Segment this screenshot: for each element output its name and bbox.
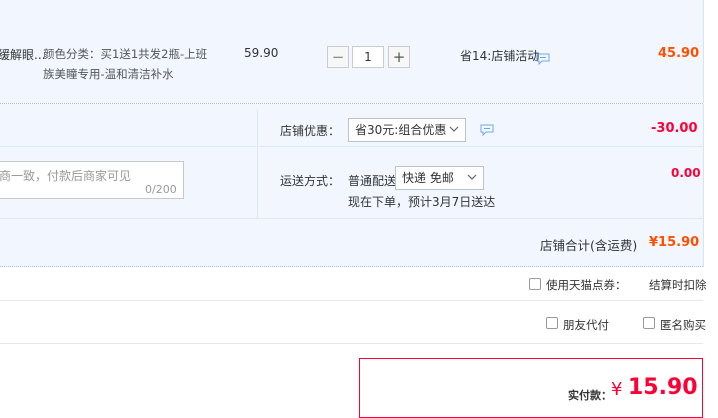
buyer-message-placeholder: 商一致，付款后商家可见 xyxy=(0,169,132,183)
item-unit-price: 59.90 xyxy=(244,46,279,60)
payment-label: 实付款： xyxy=(568,389,612,402)
item-promo-text: 省14:店铺活动 xyxy=(460,49,540,63)
item-spec-line2: 族美瞳专用-温和清洁补水 xyxy=(43,67,174,81)
quantity-minus-button[interactable]: − xyxy=(327,46,349,68)
shipping-select[interactable]: 快递 免邮 xyxy=(395,166,484,190)
friend-pay-checkbox[interactable] xyxy=(546,317,558,329)
tmall-points-checkbox[interactable] xyxy=(529,278,541,290)
chevron-down-icon xyxy=(449,126,459,132)
shipping-selected: 快递 免邮 xyxy=(402,171,454,185)
divider xyxy=(0,218,703,219)
shop-total-label: 店铺合计(含运费) xyxy=(540,238,638,253)
buyer-message-counter: 0/200 xyxy=(145,183,177,196)
payment-amount: 15.90 xyxy=(628,375,698,400)
tmall-points-note: 结算时扣除 xyxy=(649,278,707,292)
shop-discount-select[interactable]: 省30元:组合优惠 xyxy=(348,118,466,142)
item-title[interactable]: 缓解眼... xyxy=(0,46,45,63)
chevron-down-icon xyxy=(467,174,477,180)
shop-discount-label: 店铺优惠： xyxy=(280,124,341,138)
shipping-label: 运送方式： xyxy=(280,174,341,188)
divider xyxy=(0,343,703,344)
anonymous-label: 匿名购买 xyxy=(660,318,706,332)
quantity-plus-button[interactable]: + xyxy=(388,46,410,68)
chat-icon[interactable] xyxy=(536,53,550,65)
tmall-points-label: 使用天猫点券： xyxy=(546,278,627,292)
anonymous-checkbox[interactable] xyxy=(643,317,655,329)
divider xyxy=(0,146,257,147)
payment-summary-box: 实付款： ¥ 15.90 xyxy=(359,358,703,418)
shop-total-value: ¥15.90 xyxy=(649,235,700,250)
shipping-amount: 0.00 xyxy=(671,166,701,180)
item-spec-line1: 颜色分类：买1送1共发2瓶-上班 xyxy=(43,47,208,61)
chat-icon[interactable] xyxy=(480,124,494,136)
friend-pay-label: 朋友代付 xyxy=(563,318,609,332)
plus-icon: + xyxy=(392,48,406,66)
payment-currency: ¥ xyxy=(611,379,623,400)
quantity-input[interactable] xyxy=(352,46,384,68)
buyer-message-input[interactable]: 商一致，付款后商家可见 0/200 xyxy=(0,161,184,199)
shop-discount-amount: -30.00 xyxy=(651,121,698,136)
shop-discount-selected: 省30元:组合优惠 xyxy=(355,123,447,137)
vertical-divider xyxy=(257,110,258,218)
shipping-eta: 现在下单，预计3月7日送达 xyxy=(348,195,496,209)
divider xyxy=(0,300,703,301)
divider xyxy=(259,146,703,147)
divider xyxy=(0,266,703,267)
shipping-method-prefix: 普通配送 xyxy=(348,174,397,188)
minus-icon: − xyxy=(331,48,345,66)
item-subtotal: 45.90 xyxy=(658,46,700,61)
